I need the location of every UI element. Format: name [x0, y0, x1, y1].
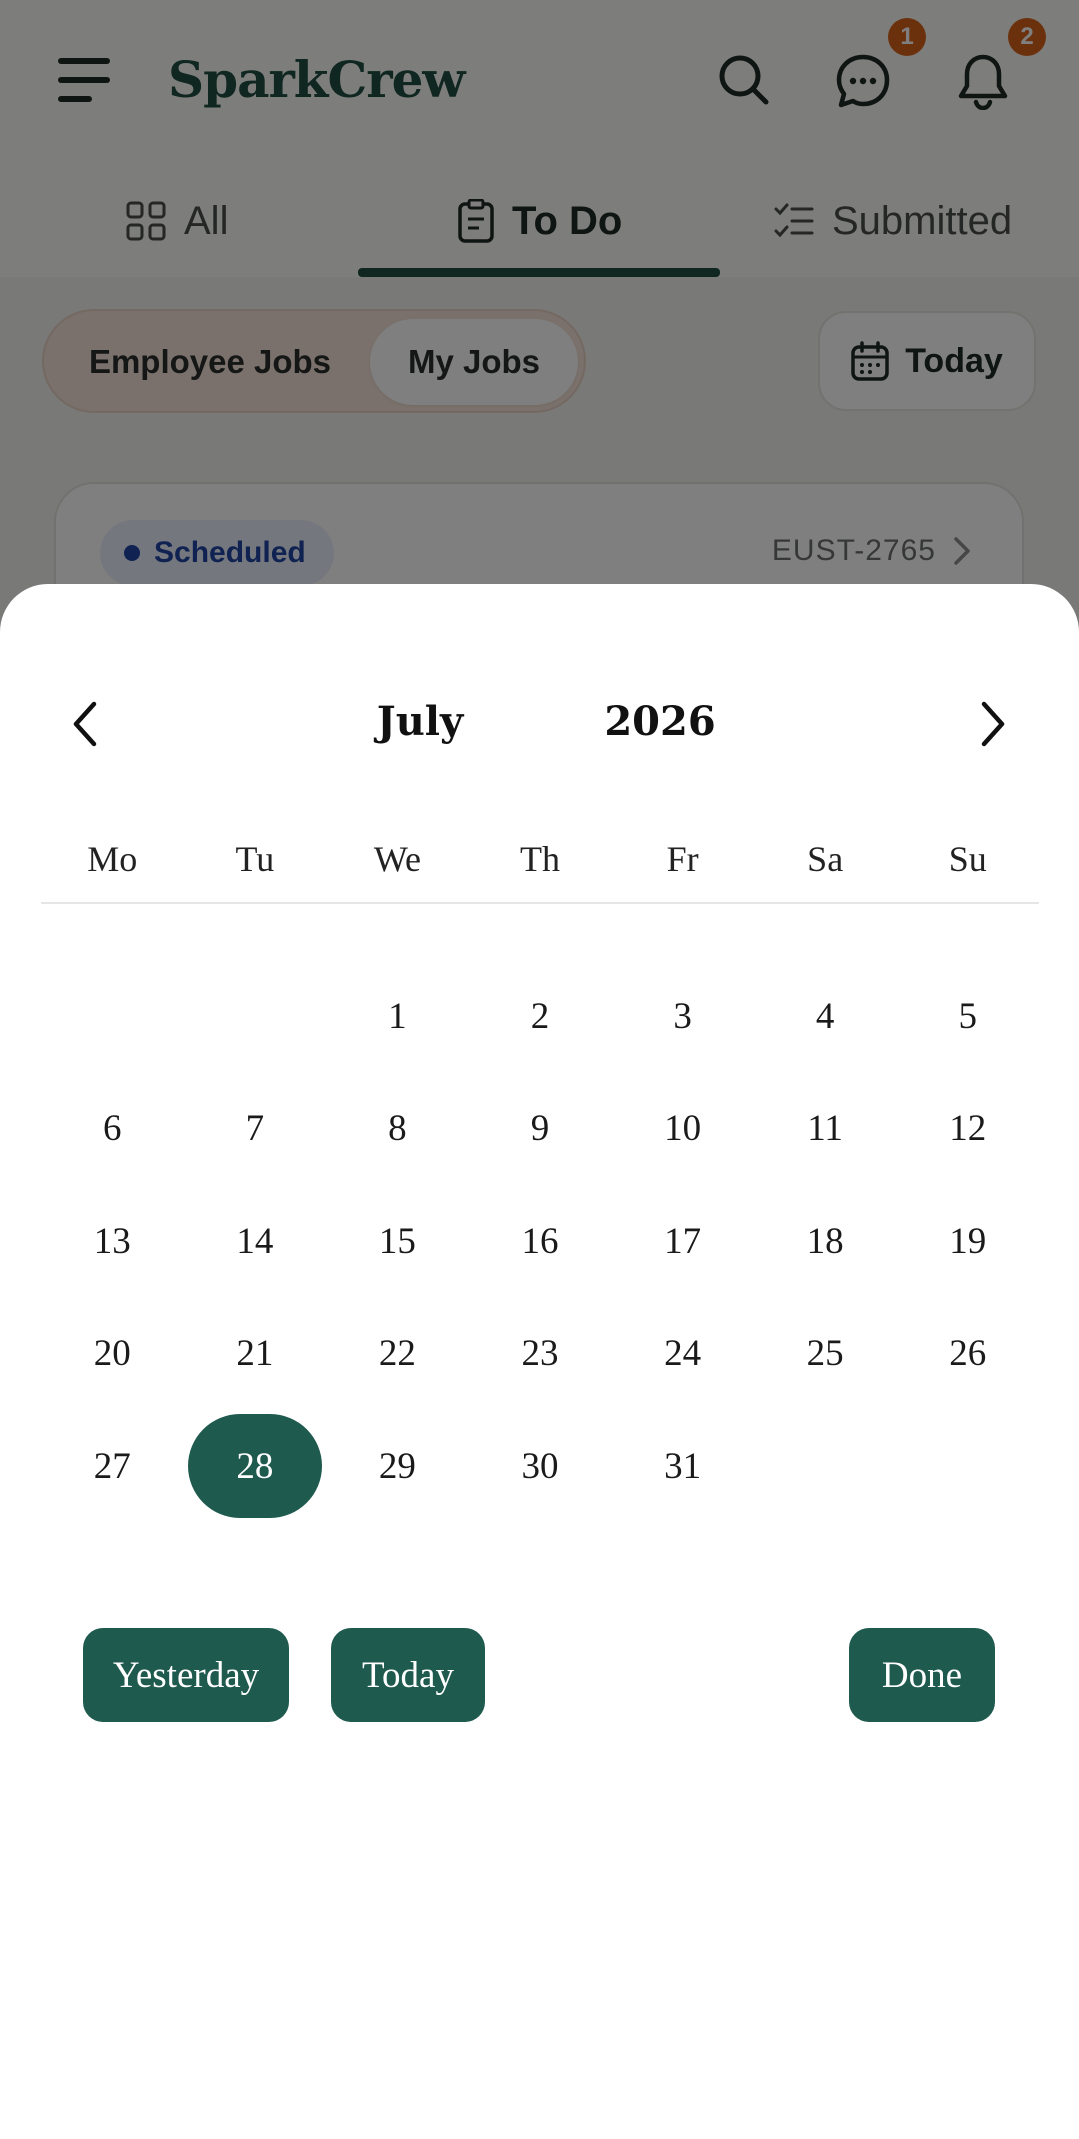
- day-cell[interactable]: 25: [754, 1298, 897, 1411]
- calendar-header: July 2026: [0, 684, 1079, 764]
- weekday-label: Fr: [666, 839, 699, 879]
- previous-month-button[interactable]: [55, 694, 115, 754]
- day-cell[interactable]: 29: [326, 1410, 469, 1523]
- day-number: 18: [806, 1220, 844, 1262]
- weekday-label: Sa: [807, 839, 844, 879]
- year-label[interactable]: 2026: [580, 698, 740, 745]
- selected-day-cell[interactable]: 28: [184, 1410, 327, 1523]
- day-number: 3: [673, 995, 692, 1037]
- day-cell[interactable]: 12: [896, 1073, 1039, 1186]
- day-number: 12: [949, 1108, 987, 1150]
- day-cell[interactable]: 9: [469, 1073, 612, 1186]
- day-number: 19: [949, 1220, 987, 1262]
- day-number: 23: [521, 1333, 559, 1375]
- month-label[interactable]: July: [320, 698, 520, 745]
- day-cell[interactable]: 16: [469, 1185, 612, 1298]
- day-cell[interactable]: 8: [326, 1073, 469, 1186]
- date-picker-actions: Yesterday Today Done: [0, 1628, 1079, 1722]
- today-button[interactable]: Today: [331, 1628, 485, 1722]
- day-number: 21: [236, 1333, 274, 1375]
- day-cell[interactable]: 30: [469, 1410, 612, 1523]
- day-cell[interactable]: 31: [611, 1410, 754, 1523]
- day-cell[interactable]: 24: [611, 1298, 754, 1411]
- day-number: 8: [388, 1108, 407, 1150]
- day-number: 14: [236, 1220, 274, 1262]
- date-picker-sheet: July 2026 Mo Tu We Th Fr Sa Su 1 2 3 4 5 6 7 8 9 10 11 12…: [0, 584, 1079, 2139]
- day-cell[interactable]: 11: [754, 1073, 897, 1186]
- day-cell[interactable]: 26: [896, 1298, 1039, 1411]
- day-number: 26: [949, 1333, 987, 1375]
- day-number: 7: [245, 1108, 265, 1150]
- weekday-label: Th: [520, 839, 561, 879]
- weekday-label: We: [373, 839, 421, 879]
- day-cell[interactable]: 19: [896, 1185, 1039, 1298]
- day-cell[interactable]: 7: [184, 1073, 327, 1186]
- day-number: 6: [103, 1108, 122, 1150]
- day-cell[interactable]: 13: [41, 1185, 184, 1298]
- day-number: 28: [187, 1414, 322, 1519]
- day-number: 15: [378, 1220, 416, 1262]
- day-number: 1: [388, 995, 407, 1037]
- day-cell[interactable]: 15: [326, 1185, 469, 1298]
- day-cell[interactable]: 5: [896, 960, 1039, 1073]
- done-button[interactable]: Done: [849, 1628, 995, 1722]
- day-cell[interactable]: 20: [41, 1298, 184, 1411]
- day-number: 4: [815, 995, 835, 1037]
- day-number: 30: [521, 1445, 559, 1487]
- day-cell[interactable]: 14: [184, 1185, 327, 1298]
- chevron-left-icon: [73, 701, 97, 747]
- day-number: 16: [521, 1220, 559, 1262]
- day-number: 25: [806, 1333, 844, 1375]
- day-cell[interactable]: 18: [754, 1185, 897, 1298]
- empty-day-cell: [41, 960, 184, 1073]
- day-number: 17: [664, 1220, 702, 1262]
- day-cell[interactable]: 17: [611, 1185, 754, 1298]
- day-number: 29: [378, 1445, 416, 1487]
- weekday-label: Su: [948, 839, 987, 879]
- day-cell[interactable]: 23: [469, 1298, 612, 1411]
- day-number: 9: [530, 1108, 550, 1150]
- yesterday-button[interactable]: Yesterday: [83, 1628, 289, 1722]
- day-cell[interactable]: 21: [184, 1298, 327, 1411]
- weekday-label: Tu: [235, 839, 275, 879]
- day-number: 5: [958, 995, 977, 1037]
- day-cell[interactable]: 2: [469, 960, 612, 1073]
- day-number: 31: [664, 1445, 702, 1487]
- day-number: 27: [93, 1445, 131, 1487]
- weekday-header: Mo Tu We Th Fr Sa Su: [41, 824, 1039, 894]
- weekday-label: Mo: [87, 839, 138, 879]
- calendar-grid: 1 2 3 4 5 6 7 8 9 10 11 12 13 14 15 16 17 18 19 20 21 22 23 24 2…: [41, 960, 1039, 1523]
- day-cell[interactable]: 4: [754, 960, 897, 1073]
- day-cell[interactable]: 6: [41, 1073, 184, 1186]
- day-number: 11: [807, 1108, 843, 1150]
- day-number: 10: [664, 1108, 702, 1150]
- day-cell[interactable]: 3: [611, 960, 754, 1073]
- day-cell[interactable]: 10: [611, 1073, 754, 1186]
- day-number: 13: [93, 1220, 131, 1262]
- next-month-button[interactable]: [963, 694, 1023, 754]
- day-number: 2: [530, 995, 550, 1037]
- empty-day-cell: [184, 960, 327, 1073]
- day-cell[interactable]: 22: [326, 1298, 469, 1411]
- day-cell[interactable]: 27: [41, 1410, 184, 1523]
- day-number: 24: [664, 1333, 702, 1375]
- day-number: 22: [378, 1333, 416, 1375]
- day-number: 20: [93, 1333, 131, 1375]
- day-cell[interactable]: 1: [326, 960, 469, 1073]
- calendar-divider: [41, 902, 1039, 904]
- chevron-right-icon: [981, 701, 1005, 747]
